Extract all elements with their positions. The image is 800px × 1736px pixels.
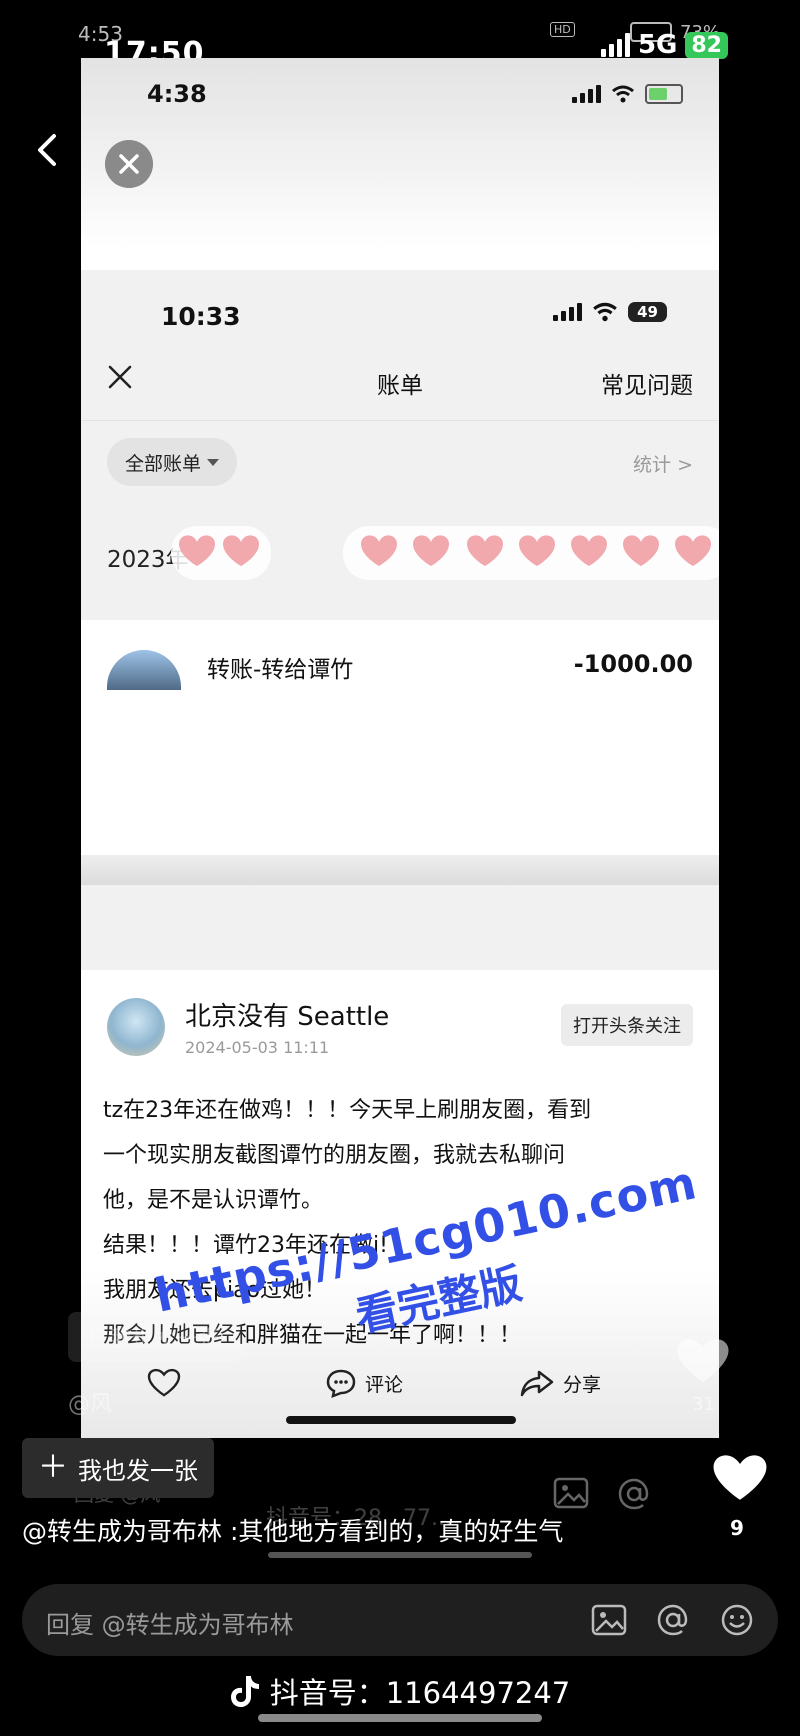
ghost-reply-icons — [552, 1476, 652, 1512]
avatar — [107, 650, 181, 690]
at-icon — [618, 1478, 649, 1510]
share-action: 分享 — [519, 1368, 601, 1398]
comment-action: 评论 — [325, 1368, 403, 1398]
reply-icons — [590, 1602, 756, 1638]
signal-icon — [553, 303, 583, 321]
follow-button: 打开头条关注 — [561, 1004, 693, 1046]
bill-filter: 全部账单 — [107, 438, 238, 486]
close-icon — [105, 140, 153, 188]
stats-link: 统计 > — [633, 454, 693, 476]
image-icon[interactable] — [590, 1602, 628, 1638]
post-date: 2024-05-03 11:11 — [185, 1038, 330, 1057]
battery-badge: 49 — [628, 302, 667, 322]
reply-input-bar[interactable]: 回复 @转生成为哥布林 — [22, 1584, 778, 1656]
post-username: 北京没有 Seattle — [185, 1002, 390, 1032]
ghost-heart-icon — [677, 1339, 729, 1382]
comment-text: @转生成为哥布林 :其他地方看到的，真的好生气 — [22, 1517, 564, 1546]
plus-icon: ＋ — [38, 1450, 68, 1485]
post-also-label: 我也发一张 — [78, 1456, 198, 1485]
transaction-amount: -1000.00 — [573, 650, 693, 678]
at-icon[interactable] — [654, 1602, 692, 1638]
like-heart-icon[interactable] — [712, 1452, 768, 1504]
reply-placeholder: 回复 @转生成为哥布林 — [46, 1611, 294, 1639]
douyin-id: 抖音号：1164497247 — [269, 1676, 571, 1710]
like-count: 9 — [730, 1516, 744, 1540]
ghost-like-count: 31 — [692, 1394, 715, 1415]
divider — [81, 855, 719, 885]
douyin-id-row: 抖音号：1164497247 — [0, 1670, 800, 1712]
faq-link: 常见问题 — [601, 373, 693, 399]
screenshot-status-time: 4:38 — [147, 80, 207, 108]
screenshot-status-icons — [572, 84, 683, 104]
post-also-button[interactable]: ＋ 我也发一张 — [22, 1438, 214, 1498]
hd-badge: HD — [550, 22, 575, 37]
emoji-icon[interactable] — [718, 1602, 756, 1638]
bill-screenshot: 10:33 49 账单 常见问题 全部账单 统计 > 2023年 转账-转给谭竹… — [81, 270, 719, 970]
hearts-sticker-icon — [171, 526, 719, 580]
home-indicator — [258, 1714, 542, 1722]
scroll-indicator — [268, 1552, 532, 1558]
inner-status-icons: 49 — [553, 302, 667, 322]
transaction-name: 转账-转给谭竹 — [207, 657, 354, 683]
caret-down-icon — [207, 458, 220, 466]
status-icons: 5G 82 — [600, 30, 728, 60]
tiktok-logo-icon — [230, 1676, 259, 1707]
comment-label: 评论 — [365, 1373, 404, 1396]
back-arrow-icon[interactable] — [28, 130, 68, 170]
share-icon — [520, 1370, 554, 1397]
signal-icon — [572, 85, 601, 103]
comment-icon — [326, 1369, 356, 1398]
transaction-row: 转账-转给谭竹 -1000.00 — [81, 620, 719, 855]
filter-label: 全部账单 — [125, 452, 202, 475]
home-indicator — [286, 1416, 516, 1424]
avatar — [107, 998, 165, 1056]
post-line: tz在23年还在做鸡！！！今天早上刷朋友圈，看到 — [103, 1098, 592, 1123]
wifi-icon — [612, 85, 634, 103]
wifi-icon — [593, 302, 617, 322]
signal-icon — [600, 33, 630, 57]
divider — [81, 420, 719, 421]
share-label: 分享 — [563, 1373, 602, 1396]
battery-icon — [645, 84, 683, 104]
image-icon — [553, 1477, 589, 1509]
battery-badge: 82 — [685, 31, 728, 59]
network-label: 5G — [637, 30, 678, 60]
inner-status-time: 10:33 — [161, 302, 241, 331]
ghost-mention: @风 — [68, 1392, 113, 1417]
